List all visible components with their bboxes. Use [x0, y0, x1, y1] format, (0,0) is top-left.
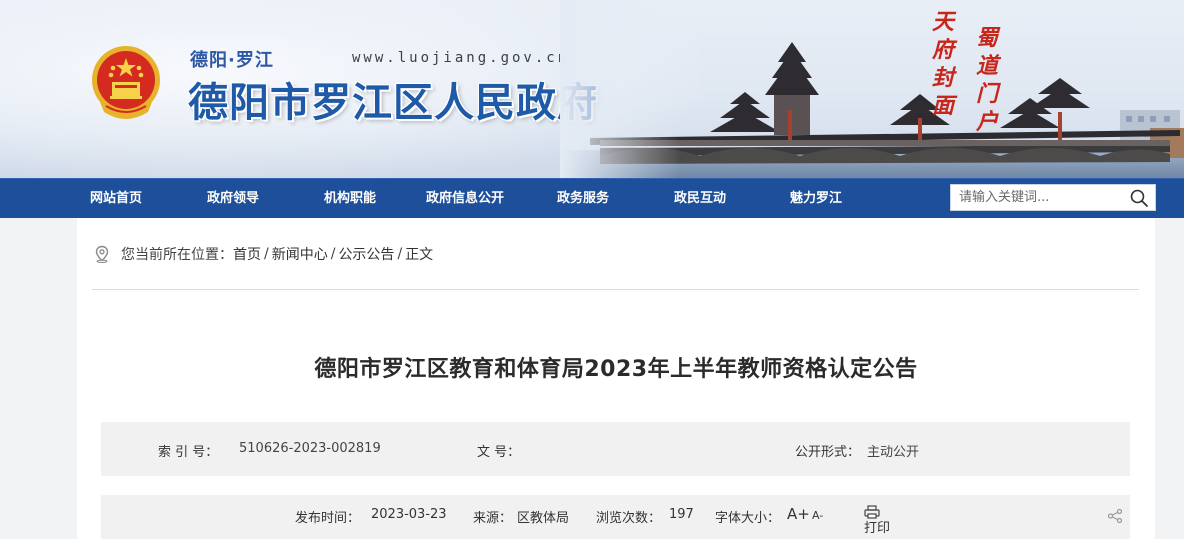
- index-number-value: 510626-2023-002819: [239, 441, 381, 456]
- publish-time-label: 发布时间：: [295, 511, 361, 526]
- breadcrumb-separator: /: [397, 246, 403, 262]
- breadcrumb: 您当前所在位置： 首页 / 新闻中心 / 公示公告 / 正文: [93, 244, 433, 264]
- font-bigger-button[interactable]: A+: [787, 505, 810, 523]
- disclosure-form-label: 公开形式：: [795, 445, 861, 460]
- national-emblem-icon: [92, 46, 160, 119]
- source-label: 来源：: [473, 511, 513, 526]
- doc-number-label: 文 号：: [477, 445, 521, 460]
- search-input[interactable]: [959, 185, 1127, 210]
- logo-subtitle: 德阳·罗江: [190, 50, 274, 71]
- nav-item-interaction[interactable]: 政民互动: [674, 179, 726, 219]
- breadcrumb-notices[interactable]: 公示公告: [338, 244, 394, 264]
- breadcrumb-label: 您当前所在位置：: [121, 247, 233, 263]
- view-count-label: 浏览次数：: [596, 511, 662, 526]
- breadcrumb-home[interactable]: 首页: [233, 244, 261, 264]
- publish-time-value: 2023-03-23: [371, 507, 447, 522]
- nav-item-functions[interactable]: 机构职能: [324, 179, 376, 219]
- index-number-label: 索 引 号：: [158, 445, 219, 460]
- nav-item-leaders[interactable]: 政府领导: [207, 179, 259, 219]
- site-title[interactable]: 德阳市罗江区人民政府: [188, 70, 598, 128]
- breadcrumb-news-center[interactable]: 新闻中心: [272, 244, 328, 264]
- print-label: 打印: [864, 521, 891, 536]
- font-size-label: 字体大小：: [715, 511, 781, 526]
- nav-item-charm-luojiang[interactable]: 魅力罗江: [790, 179, 842, 219]
- nav-item-home[interactable]: 网站首页: [90, 179, 142, 219]
- article-info-bar: 发布时间： 2023-03-23 来源： 区教体局 浏览次数： 197 字体大小…: [101, 495, 1130, 539]
- covered-bridge-scenery: [560, 0, 1184, 178]
- location-pin-icon: [95, 245, 109, 263]
- nav-item-gov-services[interactable]: 政务服务: [557, 179, 609, 219]
- header-banner: 德阳·罗江 www.luojiang.gov.cn 德阳市罗江区人民政府 天 府…: [0, 0, 1184, 178]
- source-value: 区教体局: [517, 511, 570, 526]
- article-meta-box: 索 引 号： 510626-2023-002819 文 号： 公开形式： 主动公…: [101, 422, 1130, 476]
- calligraphy-shudao: 蜀 道 门 户: [975, 25, 998, 135]
- search-box: [950, 184, 1156, 211]
- print-button[interactable]: 打印: [864, 505, 890, 536]
- share-icon[interactable]: [1107, 508, 1123, 524]
- site-url: www.luojiang.gov.cn: [352, 50, 570, 66]
- article-card: 您当前所在位置： 首页 / 新闻中心 / 公示公告 / 正文 德阳市罗江区教育和…: [77, 218, 1155, 539]
- breadcrumb-separator: /: [330, 246, 336, 262]
- breadcrumb-current: 正文: [405, 247, 434, 263]
- divider: [92, 289, 1139, 290]
- calligraphy-tianfu: 天 府 封 面: [931, 9, 954, 119]
- breadcrumb-separator: /: [264, 246, 269, 262]
- nav-item-info-disclosure[interactable]: 政府信息公开: [426, 179, 504, 219]
- font-smaller-button[interactable]: A-: [812, 509, 823, 522]
- article-title: 德阳市罗江区教育和体育局2023年上半年教师资格认定公告: [314, 357, 918, 382]
- search-icon[interactable]: [1129, 188, 1149, 208]
- disclosure-form-value: 主动公开: [867, 445, 920, 460]
- view-count-value: 197: [669, 507, 694, 522]
